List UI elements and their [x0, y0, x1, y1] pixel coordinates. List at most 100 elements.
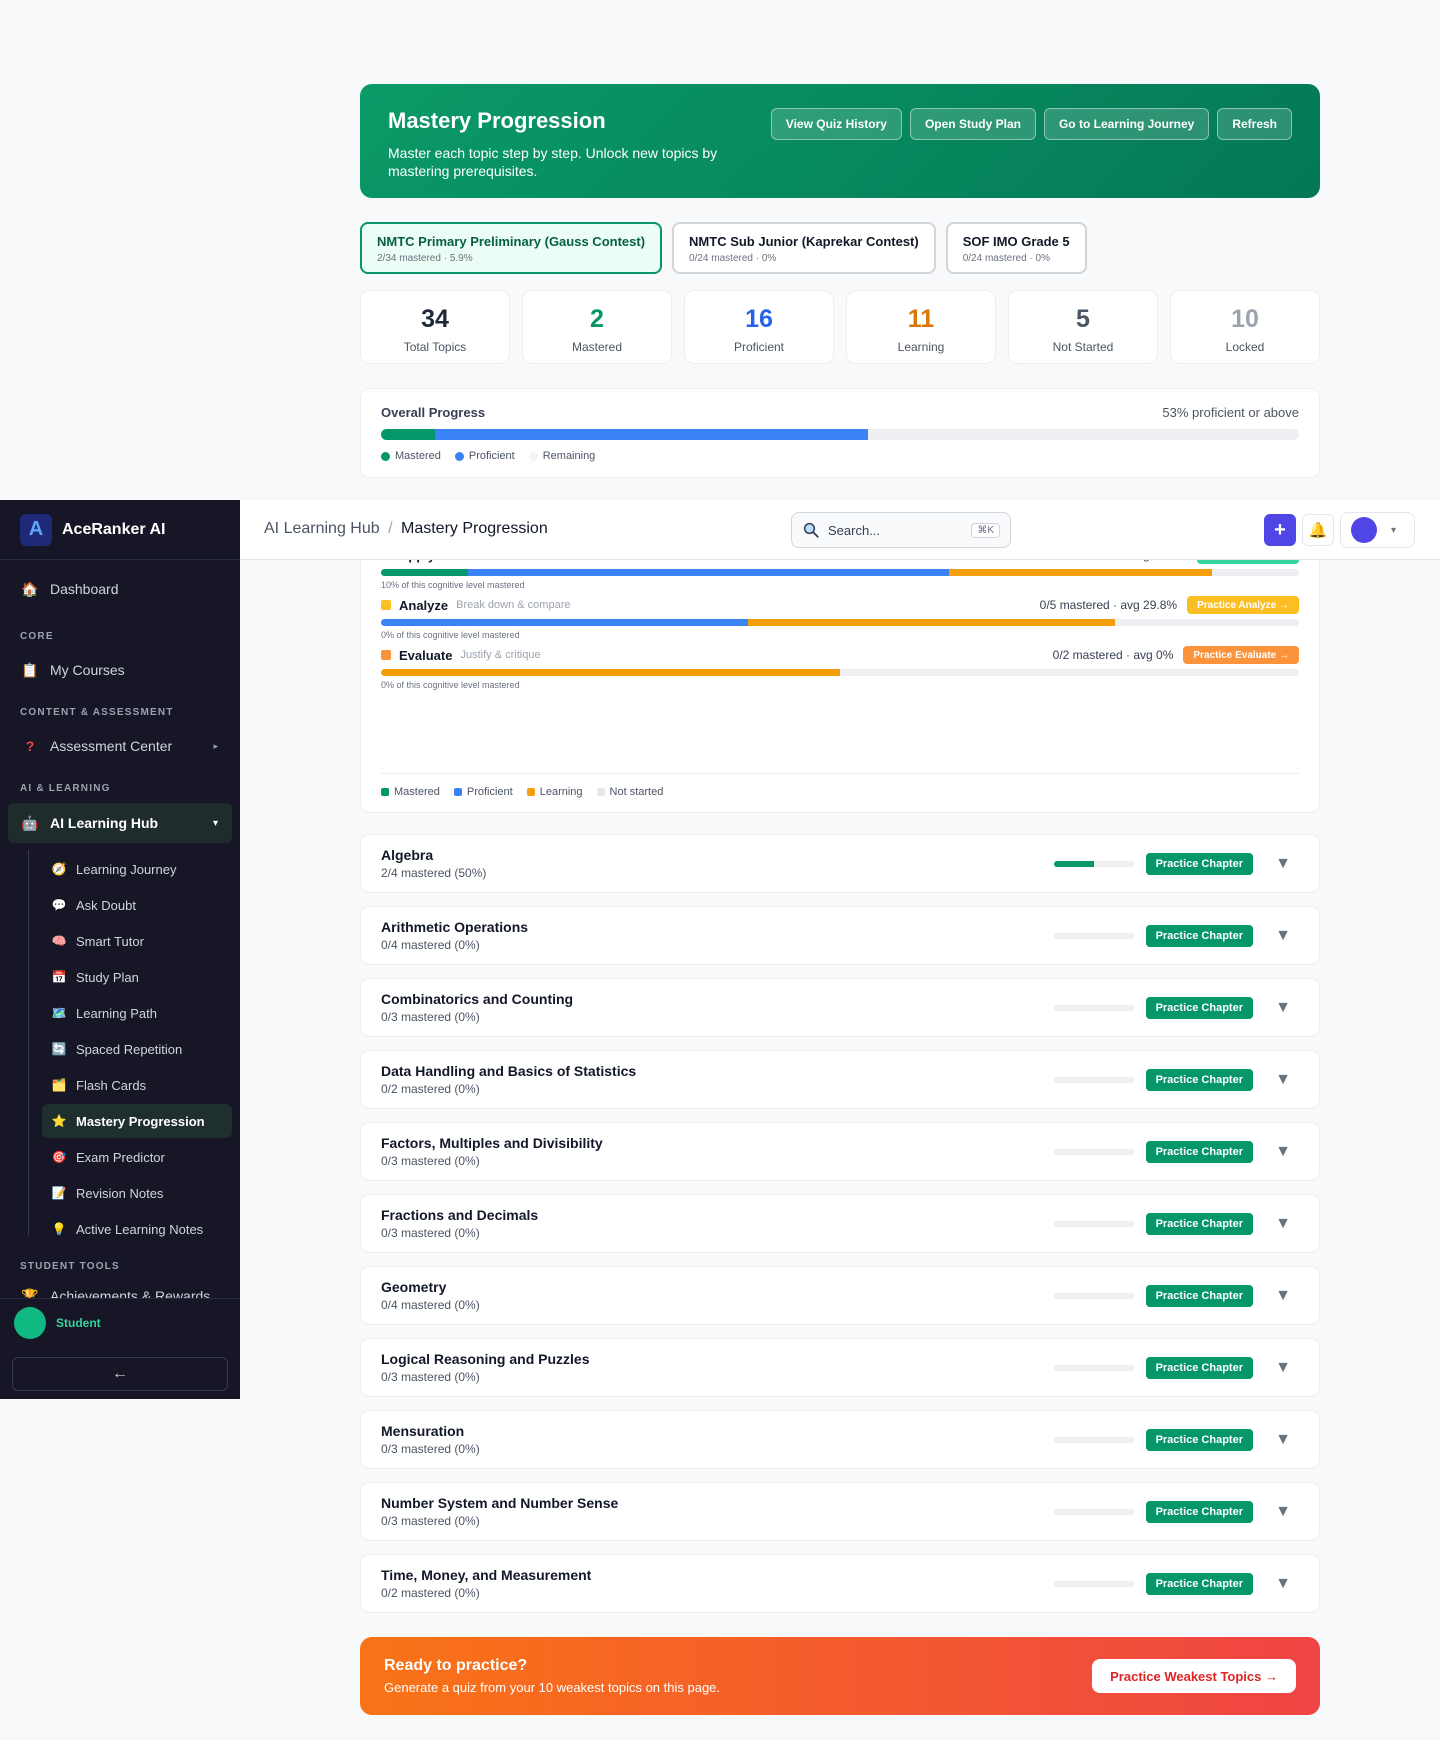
expand-chevron-icon[interactable]: ▼ — [1271, 999, 1295, 1017]
legend-label: Proficient — [468, 450, 515, 462]
practice-analyze-button[interactable]: Practice Analyze → — [1187, 596, 1299, 614]
sidebar-subitem-exam-predictor[interactable]: 🎯 Exam Predictor — [42, 1140, 232, 1174]
legend-proficient-dot — [454, 451, 464, 461]
chapter-row[interactable]: Mensuration 0/3 mastered (0%) Practice Ch… — [360, 1410, 1320, 1469]
chapter-row[interactable]: Data Handling and Basics of Statistics 0/… — [360, 1050, 1320, 1109]
sidebar-item-label: My Courses — [50, 662, 125, 678]
main-content: Mastery Progression Master each topic st… — [360, 84, 1320, 478]
expand-chevron-icon[interactable]: ▼ — [1271, 927, 1295, 945]
bell-icon[interactable]: 🔔 — [1302, 514, 1334, 546]
chapter-row[interactable]: Combinatorics and Counting 0/3 mastered (… — [360, 978, 1320, 1037]
level-desc: Justify & critique — [460, 649, 541, 661]
sidebar-subitem-flash-cards[interactable]: 🗂️ Flash Cards — [42, 1068, 232, 1102]
expand-chevron-icon[interactable]: ▼ — [1271, 1215, 1295, 1233]
breadcrumb-parent[interactable]: AI Learning Hub — [264, 520, 380, 537]
practice-chapter-button[interactable]: Practice Chapter — [1145, 1500, 1253, 1523]
open-study-plan-button[interactable]: Open Study Plan — [909, 108, 1036, 140]
sidebar-subitem-smart-tutor[interactable]: 🧠 Smart Tutor — [42, 924, 232, 958]
search-placeholder: Search... — [828, 522, 881, 538]
chapter-row[interactable]: Algebra 2/4 mastered (50%) Practice Chapt… — [360, 834, 1320, 893]
practice-chapter-button[interactable]: Practice Chapter — [1145, 1068, 1253, 1091]
chapter-progress-bar — [1053, 860, 1134, 867]
chapter-progress-bar — [1053, 1004, 1134, 1011]
sidebar-subitem-learning-path[interactable]: 🗺️ Learning Path — [42, 996, 232, 1030]
level-mastered-segment — [381, 569, 469, 576]
sidebar-subitem-spaced-repetition[interactable]: 🔄 Spaced Repetition — [42, 1032, 232, 1066]
chapter-row[interactable]: Fractions and Decimals 0/3 mastered (0%) … — [360, 1194, 1320, 1253]
sidebar-item-label: Ask Doubt — [76, 897, 136, 913]
practice-chapter-button[interactable]: Practice Chapter — [1145, 1572, 1253, 1595]
chapter-title: Algebra — [381, 847, 434, 863]
view-quiz-history-button[interactable]: View Quiz History — [770, 108, 902, 140]
stat-value: 34 — [421, 305, 449, 333]
practice-chapter-button[interactable]: Practice Chapter — [1145, 1212, 1253, 1235]
sidebar-item-label: Dashboard — [50, 581, 119, 597]
expand-chevron-icon[interactable]: ▼ — [1271, 1143, 1295, 1161]
sidebar-subitem-study-plan[interactable]: 📅 Study Plan — [42, 960, 232, 994]
practice-chapter-button[interactable]: Practice Chapter — [1145, 1428, 1253, 1451]
stat-label: Not Started — [1052, 340, 1114, 354]
expand-chevron-icon[interactable]: ▼ — [1271, 1503, 1295, 1521]
practice-chapter-button[interactable]: Practice Chapter — [1145, 852, 1253, 875]
sidebar-subitem-revision-notes[interactable]: 📝 Revision Notes — [42, 1176, 232, 1210]
chapter-subtext: 0/4 mastered (0%) — [381, 938, 480, 952]
user-name: Student — [56, 1316, 101, 1330]
sidebar-item-dashboard[interactable]: 🏠 Dashboard — [8, 571, 232, 607]
collapse-sidebar-button[interactable]: ← — [12, 1357, 228, 1391]
competition-tab-sof-imo[interactable]: SOF IMO Grade 5 0/24 mastered · 0% — [945, 222, 1087, 274]
refresh-button[interactable]: Refresh — [1217, 108, 1292, 140]
competition-tab-nmtc-subjunior[interactable]: NMTC Sub Junior (Kaprekar Contest) 0/24 … — [672, 222, 936, 274]
sidebar-footer: Student ← — [0, 1298, 240, 1399]
chapter-row[interactable]: Arithmetic Operations 0/4 mastered (0%) P… — [360, 906, 1320, 965]
level-subtext: 0% of this cognitive level mastered — [381, 680, 520, 690]
sidebar-item-ai-learning-hub[interactable]: 🤖 AI Learning Hub ▾ — [8, 803, 232, 843]
chapter-row[interactable]: Time, Money, and Measurement 0/2 mastered… — [360, 1554, 1320, 1613]
notes-icon: 📝 — [51, 1186, 67, 1200]
user-profile[interactable]: Student — [0, 1299, 240, 1347]
sidebar-subitem-active-learning-notes[interactable]: 💡 Active Learning Notes — [42, 1212, 232, 1246]
search-box[interactable]: Search... ⌘K — [791, 512, 1011, 548]
sidebar-subitem-mastery-progression[interactable]: ⭐ Mastery Progression — [42, 1104, 232, 1138]
chapter-progress-bar — [1053, 1076, 1134, 1083]
sidebar-item-label: Mastery Progression — [76, 1113, 205, 1129]
practice-chapter-button[interactable]: Practice Chapter — [1145, 1140, 1253, 1163]
stat-label: Mastered — [571, 340, 623, 354]
chapter-row[interactable]: Logical Reasoning and Puzzles 0/3 mastere… — [360, 1338, 1320, 1397]
practice-evaluate-button[interactable]: Practice Evaluate → — [1183, 646, 1299, 664]
competition-tab-nmtc-primary[interactable]: NMTC Primary Preliminary (Gauss Contest)… — [360, 222, 663, 274]
practice-weakest-topics-button[interactable]: Practice Weakest Topics → — [1092, 1659, 1296, 1693]
expand-chevron-icon[interactable]: ▼ — [1271, 1287, 1295, 1305]
competition-tabs: NMTC Primary Preliminary (Gauss Contest)… — [360, 222, 1320, 274]
chapter-subtext: 2/4 mastered (50%) — [381, 866, 487, 880]
chapter-row[interactable]: Geometry 0/4 mastered (0%) Practice Chapt… — [360, 1266, 1320, 1325]
practice-chapter-button[interactable]: Practice Chapter — [1145, 1284, 1253, 1307]
sidebar-item-my-courses[interactable]: 📋 My Courses — [8, 652, 232, 688]
sidebar-subitem-ask-doubt[interactable]: 💬 Ask Doubt — [42, 888, 232, 922]
practice-chapter-button[interactable]: Practice Chapter — [1145, 1356, 1253, 1379]
expand-chevron-icon[interactable]: ▼ — [1271, 1359, 1295, 1377]
competition-name: NMTC Primary Preliminary (Gauss Contest) — [377, 234, 646, 249]
brand[interactable]: A AceRanker AI — [0, 500, 240, 560]
sidebar-subitem-learning-journey[interactable]: 🧭 Learning Journey — [42, 852, 232, 886]
sidebar-item-assessment-center[interactable]: ? Assessment Center ▸ — [8, 728, 232, 764]
practice-chapter-button[interactable]: Practice Chapter — [1145, 996, 1253, 1019]
chapter-row[interactable]: Number System and Number Sense 0/3 master… — [360, 1482, 1320, 1541]
expand-chevron-icon[interactable]: ▼ — [1271, 855, 1295, 873]
expand-chevron-icon[interactable]: ▼ — [1271, 1575, 1295, 1593]
chapter-progress-bar — [1053, 1292, 1134, 1299]
level-desc: Break down & compare — [456, 599, 571, 611]
chapter-row[interactable]: Factors, Multiples and Divisibility 0/3 m… — [360, 1122, 1320, 1181]
chapter-progress-bar — [1053, 1508, 1134, 1515]
expand-chevron-icon[interactable]: ▼ — [1271, 1431, 1295, 1449]
breadcrumb-separator: / — [388, 520, 393, 537]
stat-label: Total Topics — [403, 340, 467, 354]
expand-chevron-icon[interactable]: ▼ — [1271, 1071, 1295, 1089]
practice-chapter-button[interactable]: Practice Chapter — [1145, 924, 1253, 947]
cognitive-legend: Mastered Proficient Learning Not started — [381, 773, 1299, 798]
stat-label: Learning — [897, 340, 945, 354]
chapter-subtext: 0/3 mastered (0%) — [381, 1514, 480, 1528]
add-button[interactable]: + — [1264, 514, 1296, 546]
profile-menu[interactable]: ▾ — [1340, 512, 1415, 548]
chevron-down-icon: ▾ — [1391, 524, 1397, 536]
learning-journey-button[interactable]: Go to Learning Journey — [1043, 108, 1210, 140]
